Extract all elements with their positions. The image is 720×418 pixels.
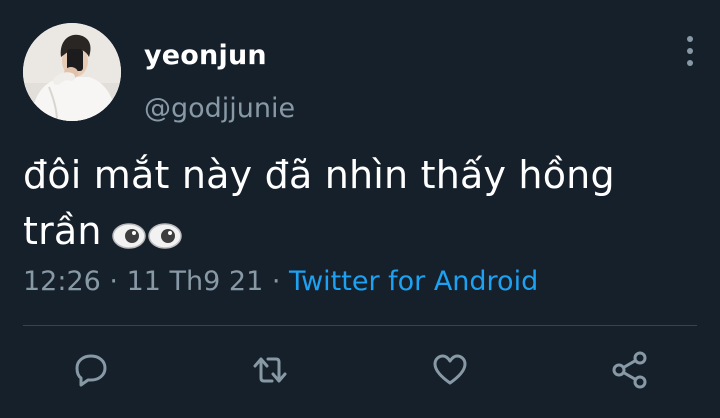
retweet-icon [253, 357, 287, 383]
tweet-meta: 12:26 · 11 Th9 21 · Twitter for Android [23, 266, 538, 297]
heart-icon [433, 354, 467, 385]
action-bar [0, 348, 720, 398]
more-options-button[interactable] [676, 36, 704, 66]
more-vertical-icon-dot [687, 60, 693, 66]
reply-icon [75, 354, 107, 387]
tweet-text: đôi mắt này đã nhìn thấy hồng trần [23, 147, 683, 262]
meta-separator: · [109, 266, 118, 297]
avatar[interactable] [23, 23, 121, 121]
eyes-emoji [111, 206, 184, 262]
eye-icon [111, 223, 146, 249]
username-handle[interactable]: @godjjunie [144, 93, 295, 124]
retweet-button[interactable] [248, 348, 292, 392]
meta-separator: · [271, 266, 281, 297]
divider [23, 325, 697, 326]
tweet-time[interactable]: 12:26 [23, 266, 101, 297]
tweet-date[interactable]: 11 Th9 21 [127, 266, 264, 297]
tweet-source-link[interactable]: Twitter for Android [289, 266, 538, 297]
reply-button[interactable] [69, 348, 113, 392]
display-name[interactable]: yeonjun [144, 40, 267, 71]
eye-icon [147, 223, 182, 249]
share-button[interactable] [608, 348, 652, 392]
avatar-image [23, 23, 121, 121]
more-vertical-icon-dot [687, 36, 693, 42]
share-icon [612, 351, 647, 389]
like-button[interactable] [428, 348, 472, 392]
more-vertical-icon-dot [687, 48, 693, 54]
